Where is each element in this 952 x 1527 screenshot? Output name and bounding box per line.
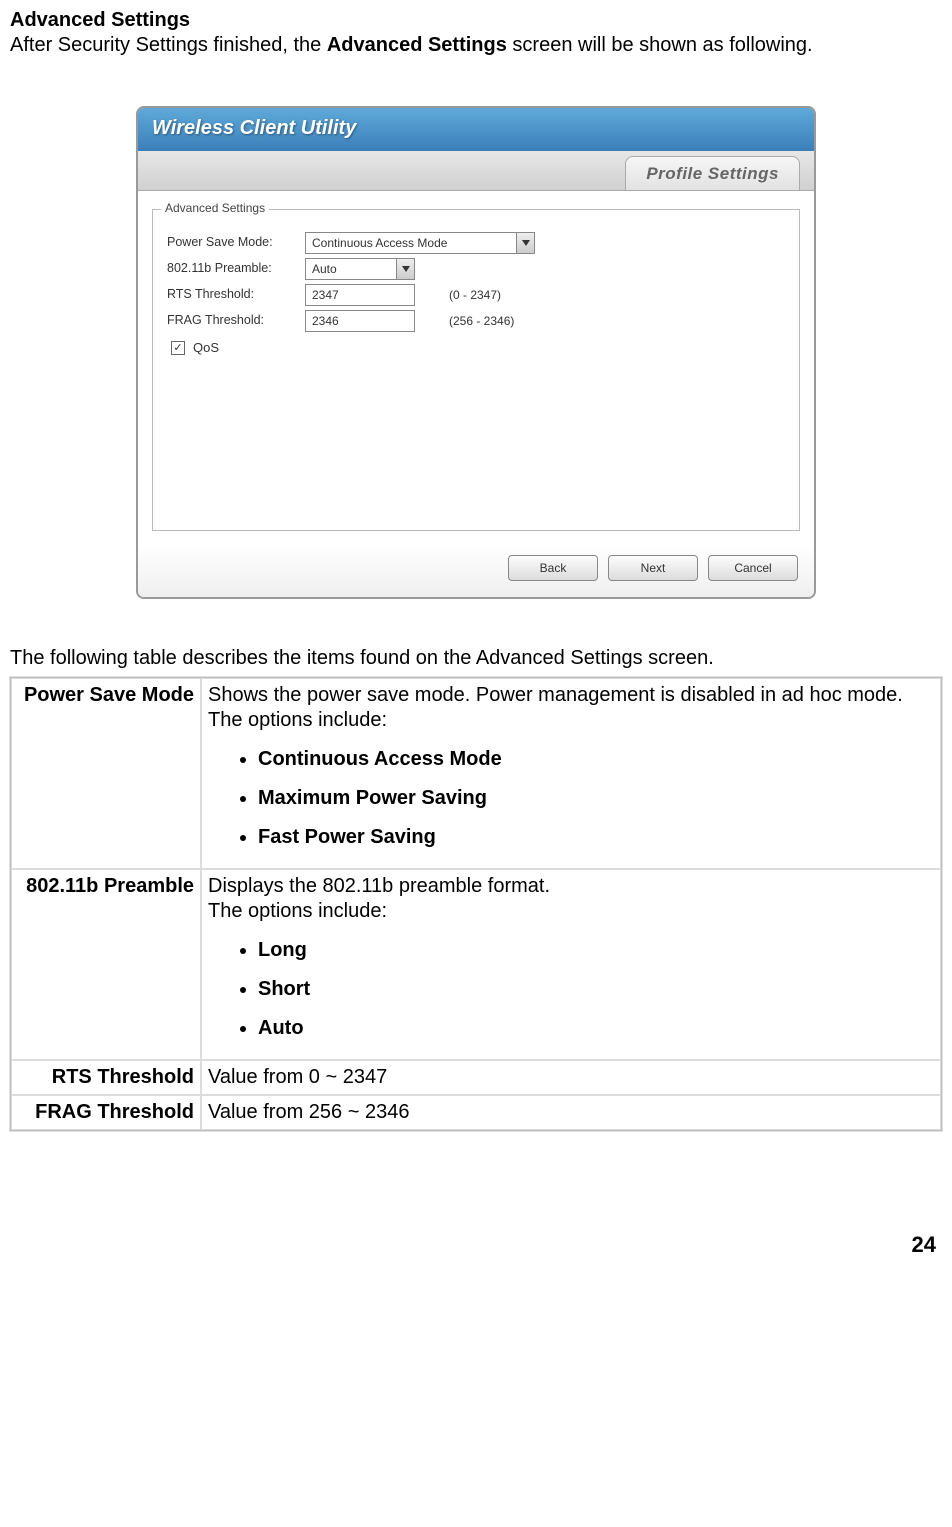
field-desc-text: Shows the power save mode. Power managem… xyxy=(208,683,934,733)
cancel-button[interactable]: Cancel xyxy=(708,555,798,581)
table-row: RTS Threshold Value from 0 ~ 2347 xyxy=(11,1060,941,1095)
option-item: Short xyxy=(258,977,934,1002)
field-name: RTS Threshold xyxy=(11,1060,201,1095)
intro-prefix: After Security Settings finished, the xyxy=(10,34,327,56)
frag-hint: (256 - 2346) xyxy=(449,314,514,329)
frag-input[interactable]: 2346 xyxy=(305,310,415,332)
back-button[interactable]: Back xyxy=(508,555,598,581)
app-title: Wireless Client Utility xyxy=(152,117,356,139)
field-desc: Shows the power save mode. Power managem… xyxy=(201,678,941,869)
intro-bold: Advanced Settings xyxy=(327,34,507,56)
preamble-value: Auto xyxy=(312,262,337,277)
option-item: Long xyxy=(258,938,934,963)
chevron-down-icon xyxy=(396,259,414,279)
page-number: 24 xyxy=(10,1231,942,1259)
power-save-value: Continuous Access Mode xyxy=(312,236,447,251)
power-save-label: Power Save Mode: xyxy=(167,235,297,251)
dialog-window: Wireless Client Utility Profile Settings… xyxy=(136,106,816,599)
qos-checkbox[interactable]: ✓ xyxy=(171,341,185,355)
field-name: Power Save Mode xyxy=(11,678,201,869)
fields-table: Power Save Mode Shows the power save mod… xyxy=(10,677,942,1131)
table-row: Power Save Mode Shows the power save mod… xyxy=(11,678,941,869)
advanced-settings-groupbox: Advanced Settings Power Save Mode: Conti… xyxy=(152,209,800,531)
next-button[interactable]: Next xyxy=(608,555,698,581)
title-bar: Wireless Client Utility xyxy=(138,108,814,151)
preamble-select[interactable]: Auto xyxy=(305,258,415,280)
option-item: Maximum Power Saving xyxy=(258,786,934,811)
rts-label: RTS Threshold: xyxy=(167,287,297,303)
tab-profile-settings[interactable]: Profile Settings xyxy=(625,156,800,190)
qos-label: QoS xyxy=(193,340,219,356)
option-list: Continuous Access Mode Maximum Power Sav… xyxy=(208,747,934,850)
frag-label: FRAG Threshold: xyxy=(167,313,297,329)
option-item: Auto xyxy=(258,1016,934,1041)
option-list: Long Short Auto xyxy=(208,938,934,1041)
preamble-label: 802.11b Preamble: xyxy=(167,261,297,277)
button-bar: Back Next Cancel xyxy=(138,545,814,597)
chevron-down-icon xyxy=(516,233,534,253)
field-desc: Value from 256 ~ 2346 xyxy=(201,1095,941,1130)
table-intro: The following table describes the items … xyxy=(10,646,942,671)
power-save-select[interactable]: Continuous Access Mode xyxy=(305,232,535,254)
panel-body: Advanced Settings Power Save Mode: Conti… xyxy=(138,191,814,545)
option-item: Fast Power Saving xyxy=(258,825,934,850)
table-row: FRAG Threshold Value from 256 ~ 2346 xyxy=(11,1095,941,1130)
field-desc-text: Displays the 802.11b preamble format. xyxy=(208,874,934,899)
section-heading: Advanced Settings xyxy=(10,8,942,33)
rts-input[interactable]: 2347 xyxy=(305,284,415,306)
intro-suffix: screen will be shown as following. xyxy=(507,34,813,56)
field-desc: Displays the 802.11b preamble format. Th… xyxy=(201,869,941,1060)
rts-hint: (0 - 2347) xyxy=(449,288,501,303)
table-row: 802.11b Preamble Displays the 802.11b pr… xyxy=(11,869,941,1060)
field-desc: Value from 0 ~ 2347 xyxy=(201,1060,941,1095)
field-opts-intro: The options include: xyxy=(208,899,934,924)
field-name: FRAG Threshold xyxy=(11,1095,201,1130)
tab-bar: Profile Settings xyxy=(138,151,814,191)
section-intro: After Security Settings finished, the Ad… xyxy=(10,33,942,58)
option-item: Continuous Access Mode xyxy=(258,747,934,772)
groupbox-legend: Advanced Settings xyxy=(161,201,269,216)
field-name: 802.11b Preamble xyxy=(11,869,201,1060)
